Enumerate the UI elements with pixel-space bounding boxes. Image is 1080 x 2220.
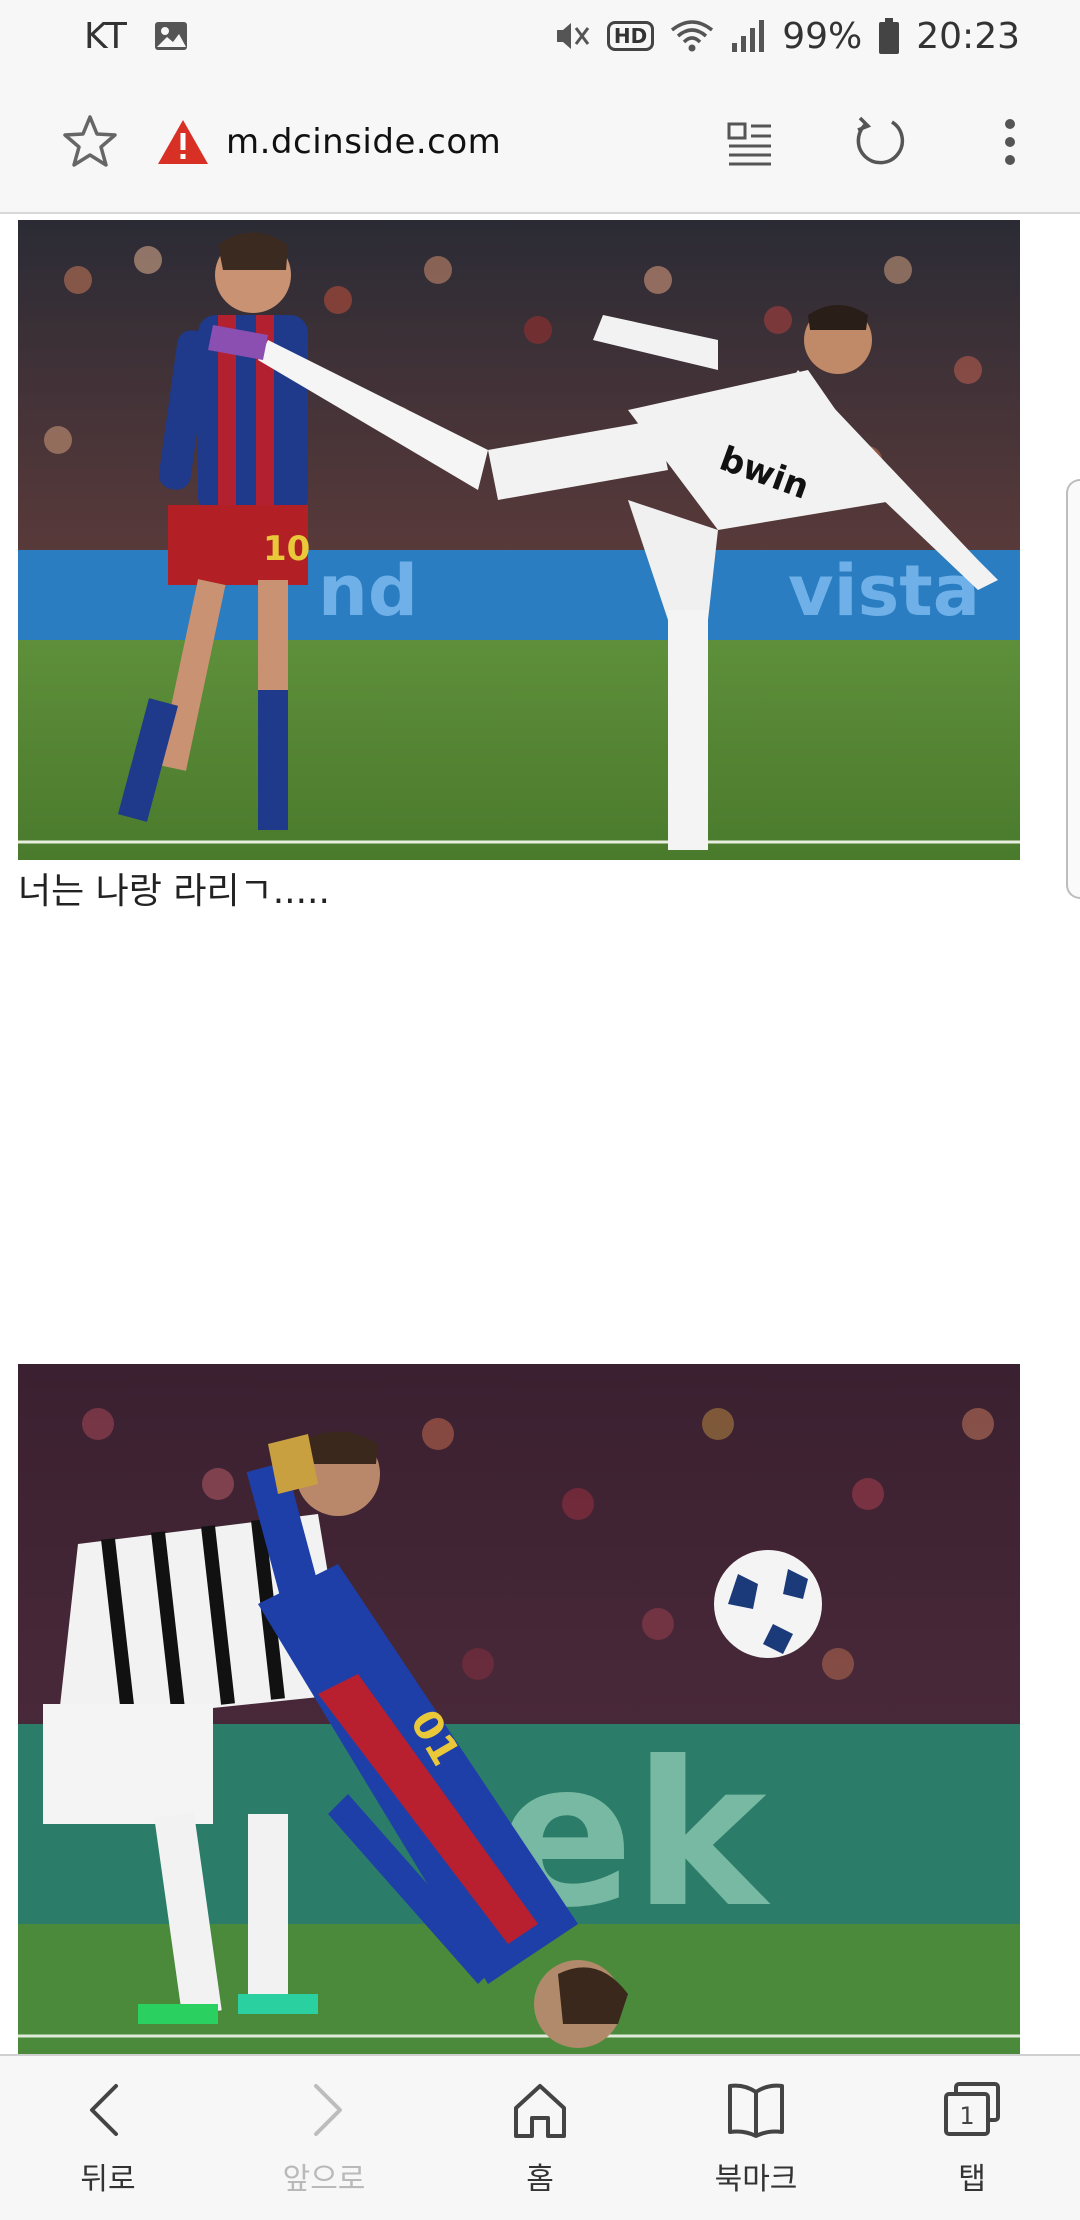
reload-icon[interactable] — [850, 112, 910, 172]
forward-button[interactable]: 앞으로 — [224, 2078, 424, 2198]
url-field[interactable]: m.dcinside.com — [226, 122, 501, 162]
back-button[interactable]: 뒤로 — [8, 2078, 208, 2198]
bookmark-button[interactable]: 북마크 — [656, 2078, 856, 2198]
warning-icon[interactable] — [156, 118, 210, 166]
bookmark-label: 북마크 — [714, 2162, 798, 2197]
more-icon[interactable] — [980, 112, 1040, 172]
browser-screen: KT HD 99% 20:23 m.dcinside.com nd vista … — [0, 0, 1080, 2220]
svg-text:10: 10 — [263, 529, 310, 569]
svg-text:nd: nd — [318, 550, 418, 632]
bookmark-icon — [728, 2083, 784, 2138]
bottom-toolbar: 뒤로 앞으로 홈 북마크 1 탭 — [0, 2054, 1080, 2220]
post-caption: 너는 나랑 라리ㄱ..... — [18, 871, 330, 912]
image-icon — [153, 20, 189, 52]
status-bar: KT HD 99% 20:23 — [0, 0, 1080, 72]
post-image-2[interactable]: ek 01 — [18, 1364, 1020, 2054]
carrier-label: KT — [84, 15, 127, 57]
forward-label: 앞으로 — [282, 2162, 366, 2197]
tabs-icon: 1 — [944, 2082, 1000, 2136]
home-button[interactable]: 홈 — [440, 2078, 640, 2198]
hd-badge: HD — [606, 21, 655, 51]
star-icon[interactable] — [60, 112, 120, 172]
back-icon — [90, 2084, 118, 2136]
mute-icon — [553, 18, 591, 54]
forward-icon — [314, 2084, 342, 2136]
signal-icon — [730, 19, 766, 53]
scrollbar-thumb[interactable] — [1066, 479, 1080, 899]
page-content: nd vista 10 bwin 너는 나랑 라리ㄱ..... ek 01 — [0, 214, 1080, 2054]
home-icon — [514, 2084, 566, 2138]
post-image-1[interactable]: nd vista 10 bwin — [18, 220, 1020, 860]
clock: 20:23 — [916, 15, 1020, 57]
reader-icon[interactable] — [720, 112, 780, 172]
wifi-icon — [670, 18, 714, 54]
home-label: 홈 — [526, 2162, 554, 2197]
tab-count: 1 — [959, 2102, 974, 2130]
tabs-button[interactable]: 1 탭 — [872, 2078, 1072, 2198]
back-label: 뒤로 — [80, 2162, 136, 2197]
battery-icon — [878, 17, 900, 55]
tabs-label: 탭 — [958, 2162, 986, 2197]
battery-percent: 99% — [782, 15, 863, 57]
address-bar: m.dcinside.com — [0, 72, 1080, 214]
